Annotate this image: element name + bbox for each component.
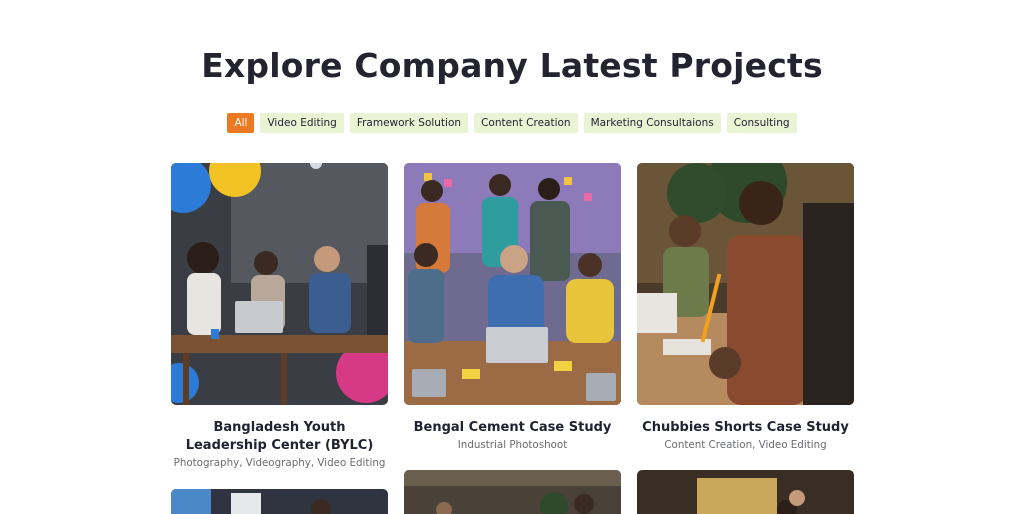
filter-marketing-consultations[interactable]: Marketing Consultaions bbox=[583, 113, 721, 133]
filter-consulting[interactable]: Consulting bbox=[726, 113, 797, 133]
project-tags: Photography, Videography, Video Editing bbox=[173, 457, 386, 469]
project-image-row2-1[interactable] bbox=[171, 489, 388, 514]
project-card-chubbies[interactable]: Chubbies Shorts Case Study Content Creat… bbox=[637, 163, 854, 451]
project-image-chubbies[interactable] bbox=[637, 163, 854, 405]
project-title[interactable]: Bengal Cement Case Study bbox=[404, 419, 621, 437]
project-image-row2-3[interactable] bbox=[637, 470, 854, 514]
filter-all[interactable]: All bbox=[227, 113, 255, 133]
project-image-bylc[interactable] bbox=[171, 163, 388, 405]
project-title[interactable]: Bangladesh Youth Leadership Center (BYLC… bbox=[171, 419, 388, 455]
project-image-bengal-cement[interactable] bbox=[404, 163, 621, 405]
project-card-bengal-cement[interactable]: Bengal Cement Case Study Industrial Phot… bbox=[404, 163, 621, 451]
project-tags: Content Creation, Video Editing bbox=[664, 439, 827, 451]
filter-content-creation[interactable]: Content Creation bbox=[474, 113, 578, 133]
project-tags: Industrial Photoshoot bbox=[457, 439, 568, 451]
page-title: Explore Company Latest Projects bbox=[201, 46, 823, 85]
project-title[interactable]: Chubbies Shorts Case Study bbox=[637, 419, 854, 437]
filter-framework-solution[interactable]: Framework Solution bbox=[349, 113, 469, 133]
filter-video-editing[interactable]: Video Editing bbox=[260, 113, 344, 133]
project-filter-bar: All Video Editing Framework Solution Con… bbox=[0, 113, 1024, 133]
project-card-bylc[interactable]: Bangladesh Youth Leadership Center (BYLC… bbox=[171, 163, 388, 469]
project-image-row2-2[interactable] bbox=[404, 470, 621, 514]
